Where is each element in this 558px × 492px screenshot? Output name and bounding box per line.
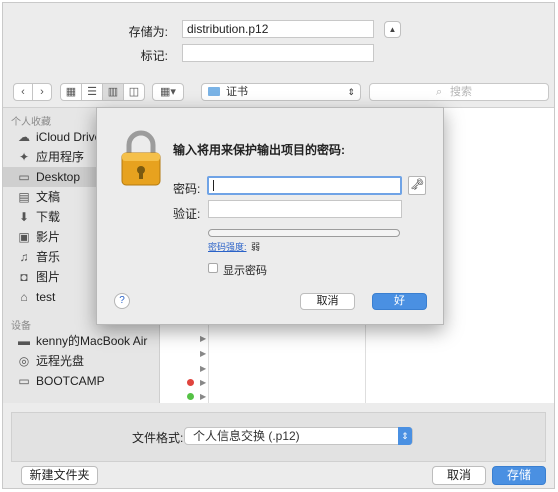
- sidebar-item-label: Desktop: [36, 170, 81, 184]
- toolbar: ‹ › ▦ ☰ ▥ ◫ ▦▾ 证书 ⇕ ⌕ 搜索: [3, 75, 554, 108]
- folder-icon: [208, 87, 220, 96]
- search-icon: ⌕: [436, 86, 443, 98]
- strength-value: 弱: [251, 242, 261, 252]
- tags-label: 标记:: [140, 49, 168, 63]
- desktop-icon: ▭: [18, 170, 30, 184]
- save-as-field[interactable]: distribution.p12: [182, 20, 374, 38]
- column-view-button[interactable]: ▥: [102, 83, 124, 101]
- pictures-icon: ◘: [20, 270, 28, 284]
- movies-icon: ▣: [18, 230, 30, 244]
- drive-icon: ▭: [18, 374, 30, 388]
- home-icon: ⌂: [20, 290, 28, 304]
- search-placeholder: 搜索: [450, 86, 472, 98]
- disclosure-arrow-icon: ▶: [200, 364, 207, 373]
- sidebar-item-remote-disc[interactable]: ◎ 远程光盘: [3, 351, 159, 371]
- icon-view-button[interactable]: ▦: [60, 83, 82, 101]
- devices-header: 设备: [11, 321, 31, 332]
- laptop-icon: ▬: [18, 334, 30, 348]
- format-panel: 文件格式: 个人信息交换 (.p12) ⇕: [11, 412, 546, 462]
- help-icon: ?: [119, 295, 125, 306]
- sidebar-item-bootcamp[interactable]: ▭ BOOTCAMP: [3, 371, 159, 391]
- red-tag-icon: [187, 379, 194, 386]
- list-view-button[interactable]: ☰: [81, 83, 103, 101]
- sidebar-item-label: kenny的MacBook Air: [36, 334, 148, 348]
- sidebar-item-label: 远程光盘: [36, 354, 85, 368]
- location-popup[interactable]: 证书 ⇕: [201, 83, 361, 101]
- verify-field[interactable]: [208, 200, 402, 218]
- strength-bar: [208, 229, 400, 237]
- save-as-label: 存储为:: [128, 25, 168, 39]
- cloud-icon: ☁: [18, 130, 30, 144]
- sidebar-item-label: iCloud Drive: [36, 130, 102, 144]
- sidebar-item-label: 图片: [36, 270, 61, 284]
- strength-link[interactable]: 密码强度:: [208, 242, 247, 252]
- sidebar-item-label: 文稿: [36, 190, 61, 204]
- password-label: 密码:: [173, 182, 201, 196]
- sidebar-item-label: 应用程序: [36, 150, 85, 164]
- cover-flow-icon: ◫: [128, 86, 140, 98]
- music-icon: ♫: [19, 250, 29, 264]
- sidebar-item-label: 下载: [36, 210, 61, 224]
- favorites-header: 个人收藏: [11, 117, 51, 128]
- lock-icon: [121, 130, 161, 186]
- bottom-bar: 文件格式: 个人信息交换 (.p12) ⇕ 新建文件夹 取消 存储: [3, 404, 554, 488]
- back-button[interactable]: ‹: [13, 83, 33, 101]
- disclosure-arrow-icon: ▶: [200, 392, 207, 401]
- new-folder-button[interactable]: 新建文件夹: [21, 466, 98, 485]
- password-field[interactable]: [207, 176, 402, 195]
- disclosure-arrow-icon: ▶: [200, 334, 207, 343]
- format-label: 文件格式:: [132, 431, 184, 445]
- text-cursor: [213, 180, 214, 191]
- sidebar-item-label: 音乐: [36, 250, 61, 264]
- green-tag-icon: [187, 393, 194, 400]
- expand-button[interactable]: ▲: [384, 21, 401, 38]
- columns-icon: ▥: [107, 86, 119, 98]
- strength-label: 密码强度: 弱: [208, 240, 260, 253]
- help-button[interactable]: ?: [114, 293, 130, 309]
- arrange-icon: ▦▾: [160, 86, 176, 98]
- password-dialog: 输入将用来保护输出项目的密码: 密码: 🗝 验证: 密码强度: 弱 显示密码 ?…: [96, 107, 444, 325]
- sidebar-item-label: BOOTCAMP: [36, 374, 105, 388]
- format-popup[interactable]: 个人信息交换 (.p12) ⇕: [184, 427, 413, 445]
- sidebar-item-macbook[interactable]: ▬ kenny的MacBook Air: [3, 331, 159, 351]
- chevron-right-icon: ›: [40, 86, 44, 98]
- verify-label: 验证:: [173, 207, 201, 221]
- search-field[interactable]: ⌕ 搜索: [369, 83, 549, 101]
- disclosure-arrow-icon: ▶: [200, 378, 207, 387]
- updown-icon: ⇕: [398, 427, 412, 445]
- applications-icon: ✦: [18, 150, 30, 164]
- sidebar-item-label: 影片: [36, 230, 61, 244]
- ok-button[interactable]: 好: [372, 293, 427, 310]
- location-label: 证书: [226, 86, 248, 98]
- save-button[interactable]: 存储: [492, 466, 546, 485]
- show-password-checkbox[interactable]: [208, 263, 218, 273]
- list-icon: ☰: [87, 86, 97, 98]
- tags-field[interactable]: [182, 44, 374, 62]
- cover-flow-button[interactable]: ◫: [123, 83, 145, 101]
- format-value: 个人信息交换 (.p12): [193, 429, 300, 443]
- arrange-button[interactable]: ▦▾: [152, 83, 184, 101]
- grid-icon: ▦: [65, 86, 77, 98]
- password-assistant-button[interactable]: 🗝: [408, 176, 426, 195]
- updown-icon: ⇕: [347, 87, 355, 97]
- chevron-up-icon: ▲: [388, 25, 397, 34]
- chevron-left-icon: ‹: [21, 86, 25, 98]
- disclosure-arrow-icon: ▶: [200, 349, 207, 358]
- show-password-label[interactable]: 显示密码: [223, 262, 267, 278]
- downloads-icon: ⬇: [18, 210, 30, 224]
- forward-button[interactable]: ›: [32, 83, 52, 101]
- documents-icon: ▤: [18, 190, 30, 204]
- sidebar-item-label: test: [36, 290, 56, 304]
- cancel-button[interactable]: 取消: [432, 466, 486, 485]
- dialog-cancel-button[interactable]: 取消: [300, 293, 355, 310]
- dialog-title: 输入将用来保护输出项目的密码:: [173, 143, 345, 157]
- key-icon: 🗝: [410, 179, 424, 191]
- disc-icon: ◎: [18, 354, 30, 368]
